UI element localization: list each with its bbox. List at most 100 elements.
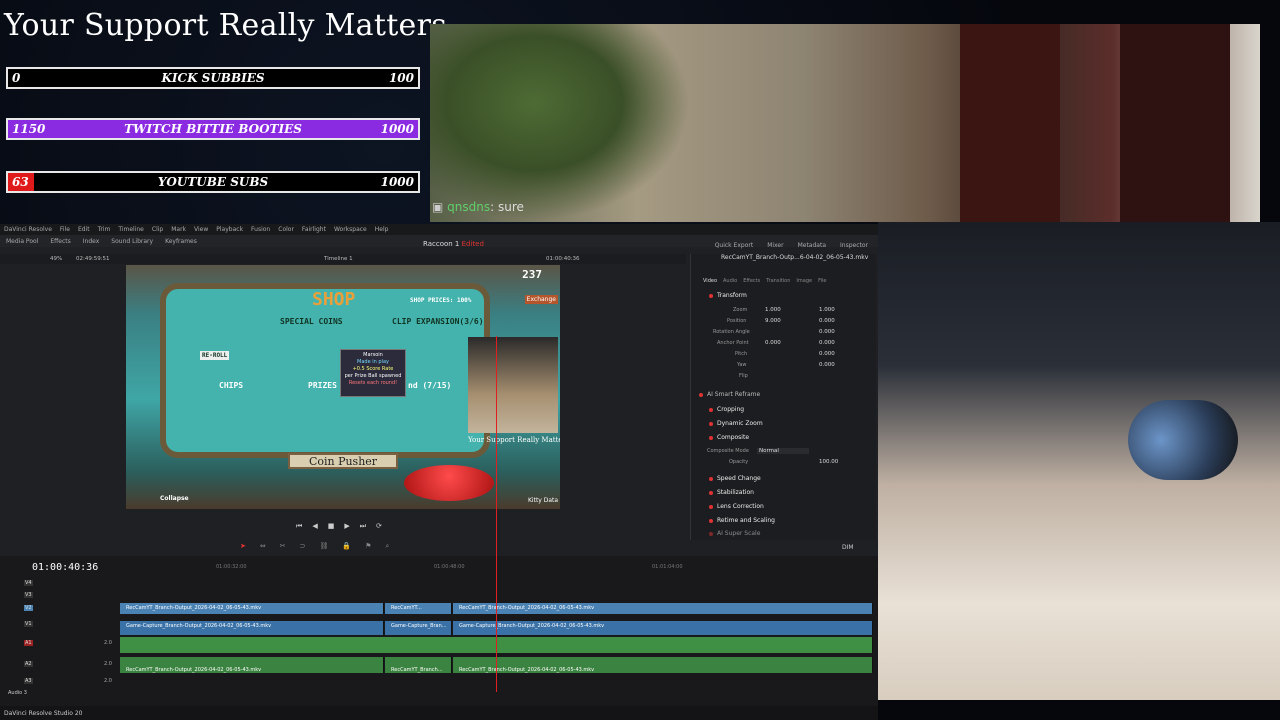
score-counter: 237 xyxy=(522,268,542,281)
track-v4[interactable]: V4 xyxy=(24,580,33,586)
v2-clip[interactable]: RecCamYT... xyxy=(385,603,452,614)
v2-clip[interactable]: RecCamYT_Branch-Output_2026-04-02_06-05-… xyxy=(453,603,873,614)
first-frame-icon[interactable]: ⏮ xyxy=(296,522,302,531)
effects-button[interactable]: Effects xyxy=(50,238,70,245)
menu-fusion[interactable]: Fusion xyxy=(251,226,270,233)
menu-edit[interactable]: Edit xyxy=(78,226,90,233)
exchange-button[interactable]: Exchange xyxy=(524,295,558,304)
menu-app[interactable]: DaVinci Resolve xyxy=(4,226,52,233)
track-v1[interactable]: V1 xyxy=(24,621,33,627)
ai-smart-reframe-section[interactable]: AI Smart Reframe xyxy=(699,391,760,398)
viewer-zoom[interactable]: 49% xyxy=(50,256,62,262)
link-icon[interactable]: ⛓ xyxy=(320,542,329,551)
pitch-input[interactable]: 0.000 xyxy=(819,351,835,357)
zoom-x-input[interactable]: 1.000 xyxy=(765,307,781,313)
stabilization-section[interactable]: Stabilization xyxy=(709,489,754,496)
menu-file[interactable]: File xyxy=(60,226,70,233)
menu-workspace[interactable]: Workspace xyxy=(334,226,367,233)
flag-icon[interactable]: ⚑ xyxy=(365,542,371,551)
menu-clip[interactable]: Clip xyxy=(152,226,163,233)
index-button[interactable]: Index xyxy=(83,238,100,245)
tab-effects[interactable]: Effects xyxy=(743,278,760,284)
tab-transition[interactable]: Transition xyxy=(766,278,790,284)
lock-icon[interactable]: 🔒 xyxy=(342,542,351,551)
anchor-y-input[interactable]: 0.000 xyxy=(819,340,835,346)
yaw-input[interactable]: 0.000 xyxy=(819,362,835,368)
reverse-icon[interactable]: ◀ xyxy=(312,522,317,531)
track-a3[interactable]: A3 xyxy=(24,678,33,684)
zoom-icon[interactable]: ⌕ xyxy=(385,542,389,551)
skull-tapestry xyxy=(960,24,1060,222)
chat-badge-icon: ▣ xyxy=(432,200,444,214)
composite-mode-select[interactable]: Normal xyxy=(757,448,809,454)
keyframes-button[interactable]: Keyframes xyxy=(165,238,197,245)
collapse-button[interactable]: Collapse xyxy=(160,495,189,502)
metadata-button[interactable]: Metadata xyxy=(798,242,826,249)
retime-scaling-section[interactable]: Retime and Scaling xyxy=(709,517,775,524)
composite-section[interactable]: Composite xyxy=(709,434,749,441)
project-name: Raccoon 1 xyxy=(423,240,460,248)
menu-fairlight[interactable]: Fairlight xyxy=(302,226,326,233)
anchor-x-input[interactable]: 0.000 xyxy=(765,340,781,346)
mixer-button[interactable]: Mixer xyxy=(767,242,783,249)
ai-super-scale-section[interactable]: AI Super Scale xyxy=(709,530,760,537)
track-a1[interactable]: A1 xyxy=(24,640,33,646)
ruler-tick: 01:00:32:00 xyxy=(216,564,247,570)
dynamic-zoom-section[interactable]: Dynamic Zoom xyxy=(709,420,763,427)
menu-mark[interactable]: Mark xyxy=(171,226,186,233)
select-tool-icon[interactable]: ➤ xyxy=(240,542,246,551)
transform-section[interactable]: Transform xyxy=(709,292,747,299)
menu-trim[interactable]: Trim xyxy=(98,226,111,233)
track-v2[interactable]: V2 xyxy=(24,605,33,611)
tab-file[interactable]: File xyxy=(818,278,826,284)
timeline-selector[interactable]: Timeline 1 xyxy=(324,256,353,262)
v1-clip[interactable]: Game-Capture_Branch-Output_2026-04-02_06… xyxy=(120,621,384,635)
position-x-input[interactable]: 9.000 xyxy=(765,318,781,324)
opacity-input[interactable]: 100.00 xyxy=(819,459,838,465)
tab-audio[interactable]: Audio xyxy=(723,278,737,284)
lens-correction-section[interactable]: Lens Correction xyxy=(709,503,764,510)
special-coins-label: SPECIAL COINS xyxy=(280,317,343,326)
snap-icon[interactable]: ⊃ xyxy=(300,542,306,551)
track-a2[interactable]: A2 xyxy=(24,661,33,667)
track-v3[interactable]: V3 xyxy=(24,592,33,598)
v2-clip[interactable]: RecCamYT_Branch-Output_2026-04-02_06-05-… xyxy=(120,603,384,614)
inspector-tabs: Video Audio Effects Transition Image Fil… xyxy=(691,264,876,284)
tab-video[interactable]: Video xyxy=(703,278,717,284)
menu-color[interactable]: Color xyxy=(278,226,294,233)
menu-help[interactable]: Help xyxy=(375,226,389,233)
playhead[interactable] xyxy=(496,336,497,692)
reroll-button[interactable]: RE-ROLL xyxy=(200,351,230,360)
trim-tool-icon[interactable]: ⇔ xyxy=(260,542,266,551)
a2-clip[interactable]: RecCamYT_Branch-Output_2026-04-02_06-05-… xyxy=(120,657,384,673)
menu-view[interactable]: View xyxy=(194,226,208,233)
rotation-input[interactable]: 0.000 xyxy=(819,329,835,335)
zoom-y-input[interactable]: 1.000 xyxy=(819,307,835,313)
media-pool-button[interactable]: Media Pool xyxy=(6,238,38,245)
kitty-label: Kitty Data xyxy=(528,497,559,504)
loop-icon[interactable]: ⟳ xyxy=(376,522,382,531)
v1-clip[interactable]: Game-Capture_Bran... xyxy=(385,621,452,635)
tab-image[interactable]: Image xyxy=(796,278,812,284)
a2-clip[interactable]: RecCamYT_Branch-Output_2026-04-02_06-05-… xyxy=(453,657,873,673)
last-frame-icon[interactable]: ⏭ xyxy=(360,522,366,531)
menu-timeline[interactable]: Timeline xyxy=(118,226,144,233)
video-viewer[interactable]: SHOP SHOP PRICES: 100% 237 Exchange SPEC… xyxy=(126,265,560,509)
dim-button[interactable]: DIM xyxy=(842,544,854,551)
position-y-input[interactable]: 0.000 xyxy=(819,318,835,324)
timeline-ruler[interactable]: 01:00:32:00 01:00:48:00 01:01:04:00 xyxy=(122,564,878,572)
sound-library-button[interactable]: Sound Library xyxy=(111,238,153,245)
menu-playback[interactable]: Playback xyxy=(216,226,243,233)
stop-icon[interactable]: ■ xyxy=(328,522,335,531)
cropping-section[interactable]: Cropping xyxy=(709,406,744,413)
blade-tool-icon[interactable]: ✂ xyxy=(280,542,286,551)
speed-change-section[interactable]: Speed Change xyxy=(709,475,761,482)
chat-username: qnsdns xyxy=(447,200,491,214)
play-icon[interactable]: ▶ xyxy=(344,522,349,531)
a2-clip[interactable]: RecCamYT_Branch... xyxy=(385,657,452,673)
inspector-button[interactable]: Inspector xyxy=(840,242,868,249)
push-button[interactable] xyxy=(404,465,494,501)
quick-export-button[interactable]: Quick Export xyxy=(715,242,754,249)
v1-clip[interactable]: Game-Capture_Branch-Output_2026-04-02_06… xyxy=(453,621,873,635)
goal-target: 100 xyxy=(388,71,414,85)
